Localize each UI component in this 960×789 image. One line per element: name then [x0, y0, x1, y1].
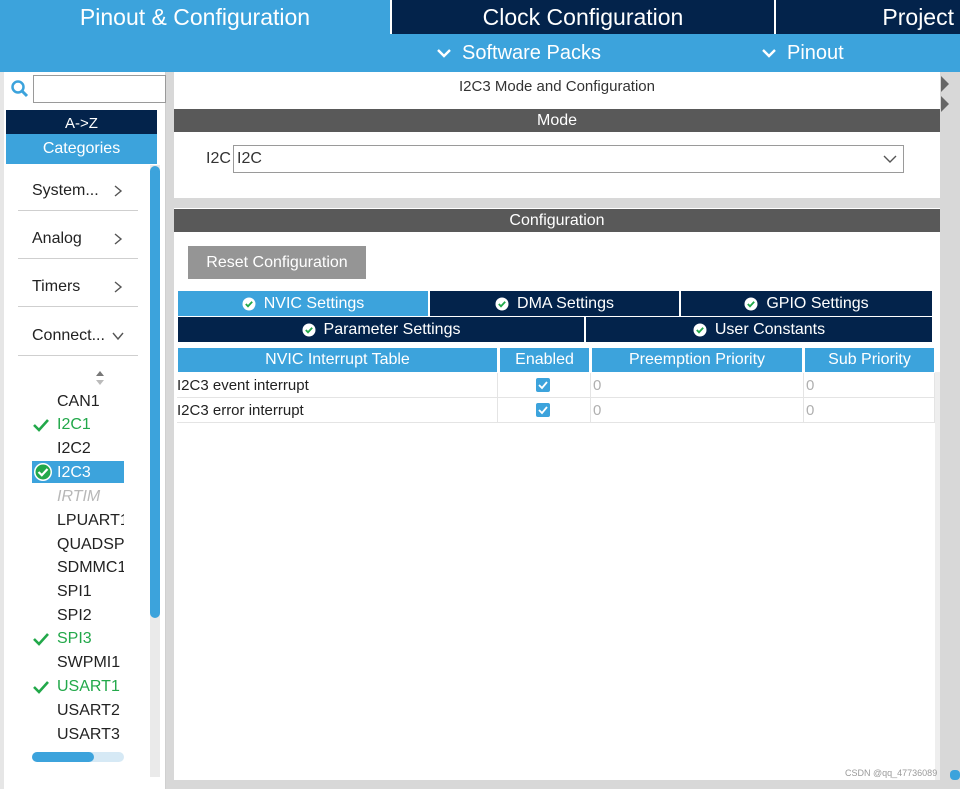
- sub-priority-cell[interactable]: 0: [804, 398, 935, 423]
- checkmark-icon: [538, 381, 548, 390]
- preemption-priority-cell[interactable]: 0: [591, 398, 804, 423]
- peripheral-usart3[interactable]: USART3: [57, 725, 120, 745]
- sidebar-hscroll-thumb[interactable]: [32, 752, 94, 762]
- chevron-down-icon: [762, 49, 776, 58]
- column-header-enabled[interactable]: Enabled: [500, 348, 589, 372]
- category-analog[interactable]: Analog: [18, 219, 138, 259]
- category-label: Connect...: [32, 326, 105, 344]
- tab-user-constants[interactable]: User Constants: [586, 317, 932, 342]
- peripheral-swpmi1[interactable]: SWPMI1: [57, 653, 120, 673]
- sub-menu-bar: Software Packs Pinout: [0, 34, 960, 72]
- peripheral-spi1[interactable]: SPI1: [57, 582, 92, 602]
- sidebar-scroll-thumb[interactable]: [150, 166, 160, 618]
- reset-configuration-button[interactable]: Reset Configuration: [188, 246, 366, 279]
- i2c-mode-select[interactable]: I2C: [233, 145, 904, 173]
- configuration-section-header: Configuration: [174, 209, 940, 232]
- category-label: System...: [32, 181, 99, 199]
- peripheral-lpuart1[interactable]: LPUART1: [57, 511, 124, 531]
- watermark: CSDN @qq_47736089: [845, 768, 938, 778]
- check-circle-icon: [34, 463, 52, 481]
- software-packs-label: Software Packs: [462, 42, 601, 64]
- preemption-priority-cell[interactable]: 0: [591, 373, 804, 398]
- check-circle-icon: [495, 297, 509, 310]
- chevron-right-icon: [114, 184, 123, 197]
- enabled-checkbox[interactable]: [536, 403, 550, 417]
- tab-label: GPIO Settings: [766, 294, 869, 312]
- peripheral-usart1[interactable]: USART1: [57, 677, 120, 697]
- tab-dma-settings[interactable]: DMA Settings: [430, 291, 679, 316]
- check-circle-icon: [744, 297, 758, 310]
- categories-button[interactable]: Categories: [6, 134, 157, 164]
- sort-az-button[interactable]: A->Z: [6, 110, 157, 134]
- tab-project[interactable]: Project: [776, 0, 960, 34]
- tab-label: DMA Settings: [517, 294, 614, 312]
- pinout-label: Pinout: [787, 42, 844, 64]
- category-connectivity[interactable]: Connect...: [18, 316, 138, 356]
- tab-nvic-settings[interactable]: NVIC Settings: [178, 291, 428, 316]
- software-packs-menu[interactable]: Software Packs: [436, 34, 601, 72]
- panel-title: I2C3 Mode and Configuration: [459, 78, 655, 95]
- chevron-right-icon: [114, 232, 123, 245]
- tab-label: NVIC Settings: [263, 294, 365, 312]
- tab-gpio-settings[interactable]: GPIO Settings: [681, 291, 932, 316]
- peripheral-i2c3[interactable]: I2C3: [57, 463, 91, 483]
- tab-parameter-settings[interactable]: Parameter Settings: [178, 317, 584, 342]
- interrupt-name-cell: I2C3 error interrupt: [177, 398, 498, 423]
- i2c-mode-value: I2C: [237, 150, 262, 167]
- column-header-interrupt[interactable]: NVIC Interrupt Table: [178, 348, 497, 372]
- configuration-scrollbar[interactable]: [935, 372, 940, 780]
- top-tab-bar: Pinout & Configuration Clock Configurati…: [0, 0, 960, 34]
- peripheral-sdmmc1[interactable]: SDMMC1: [57, 558, 124, 578]
- search-icon[interactable]: [10, 79, 30, 99]
- tab-clock-configuration[interactable]: Clock Configuration: [392, 0, 774, 34]
- column-header-preemption[interactable]: Preemption Priority: [592, 348, 802, 372]
- tab-pinout-configuration[interactable]: Pinout & Configuration: [0, 0, 390, 34]
- corner-indicator: [950, 770, 960, 780]
- category-timers[interactable]: Timers: [18, 267, 138, 307]
- search-input[interactable]: [33, 75, 166, 103]
- chevron-right-icon: [114, 280, 123, 293]
- mode-section-header: Mode: [174, 109, 940, 132]
- i2c-mode-label: I2C: [206, 150, 231, 167]
- category-system[interactable]: System...: [18, 171, 138, 211]
- chevron-down-icon: [883, 155, 897, 163]
- interrupt-name-cell: I2C3 event interrupt: [177, 373, 498, 398]
- check-circle-icon: [302, 323, 316, 336]
- check-icon: [33, 633, 49, 646]
- peripheral-quadspi[interactable]: QUADSPI: [57, 535, 124, 555]
- enabled-checkbox[interactable]: [536, 378, 550, 392]
- sidebar-edge: [0, 72, 4, 789]
- check-icon: [33, 681, 49, 694]
- peripheral-usart2[interactable]: USART2: [57, 701, 120, 721]
- peripheral-i2c2[interactable]: I2C2: [57, 439, 91, 459]
- check-icon: [33, 419, 49, 432]
- check-circle-icon: [693, 323, 707, 336]
- check-circle-icon: [242, 297, 256, 310]
- tab-label: Parameter Settings: [323, 320, 461, 338]
- category-label: Analog: [32, 229, 82, 247]
- sort-icon[interactable]: [94, 370, 106, 386]
- collapse-panel-icon[interactable]: [940, 74, 950, 114]
- chevron-down-icon: [112, 332, 124, 340]
- category-label: Timers: [32, 277, 81, 295]
- pinout-menu[interactable]: Pinout: [761, 34, 844, 72]
- peripheral-irtim: IRTIM: [57, 488, 101, 505]
- column-header-sub-priority[interactable]: Sub Priority: [805, 348, 934, 372]
- peripheral-spi3[interactable]: SPI3: [57, 629, 92, 649]
- sub-priority-cell[interactable]: 0: [804, 373, 935, 398]
- peripheral-can1[interactable]: CAN1: [57, 392, 100, 412]
- tab-label: User Constants: [714, 320, 826, 338]
- checkmark-icon: [538, 406, 548, 415]
- peripheral-spi2[interactable]: SPI2: [57, 606, 92, 626]
- chevron-down-icon: [437, 49, 451, 58]
- peripheral-i2c1[interactable]: I2C1: [57, 415, 91, 435]
